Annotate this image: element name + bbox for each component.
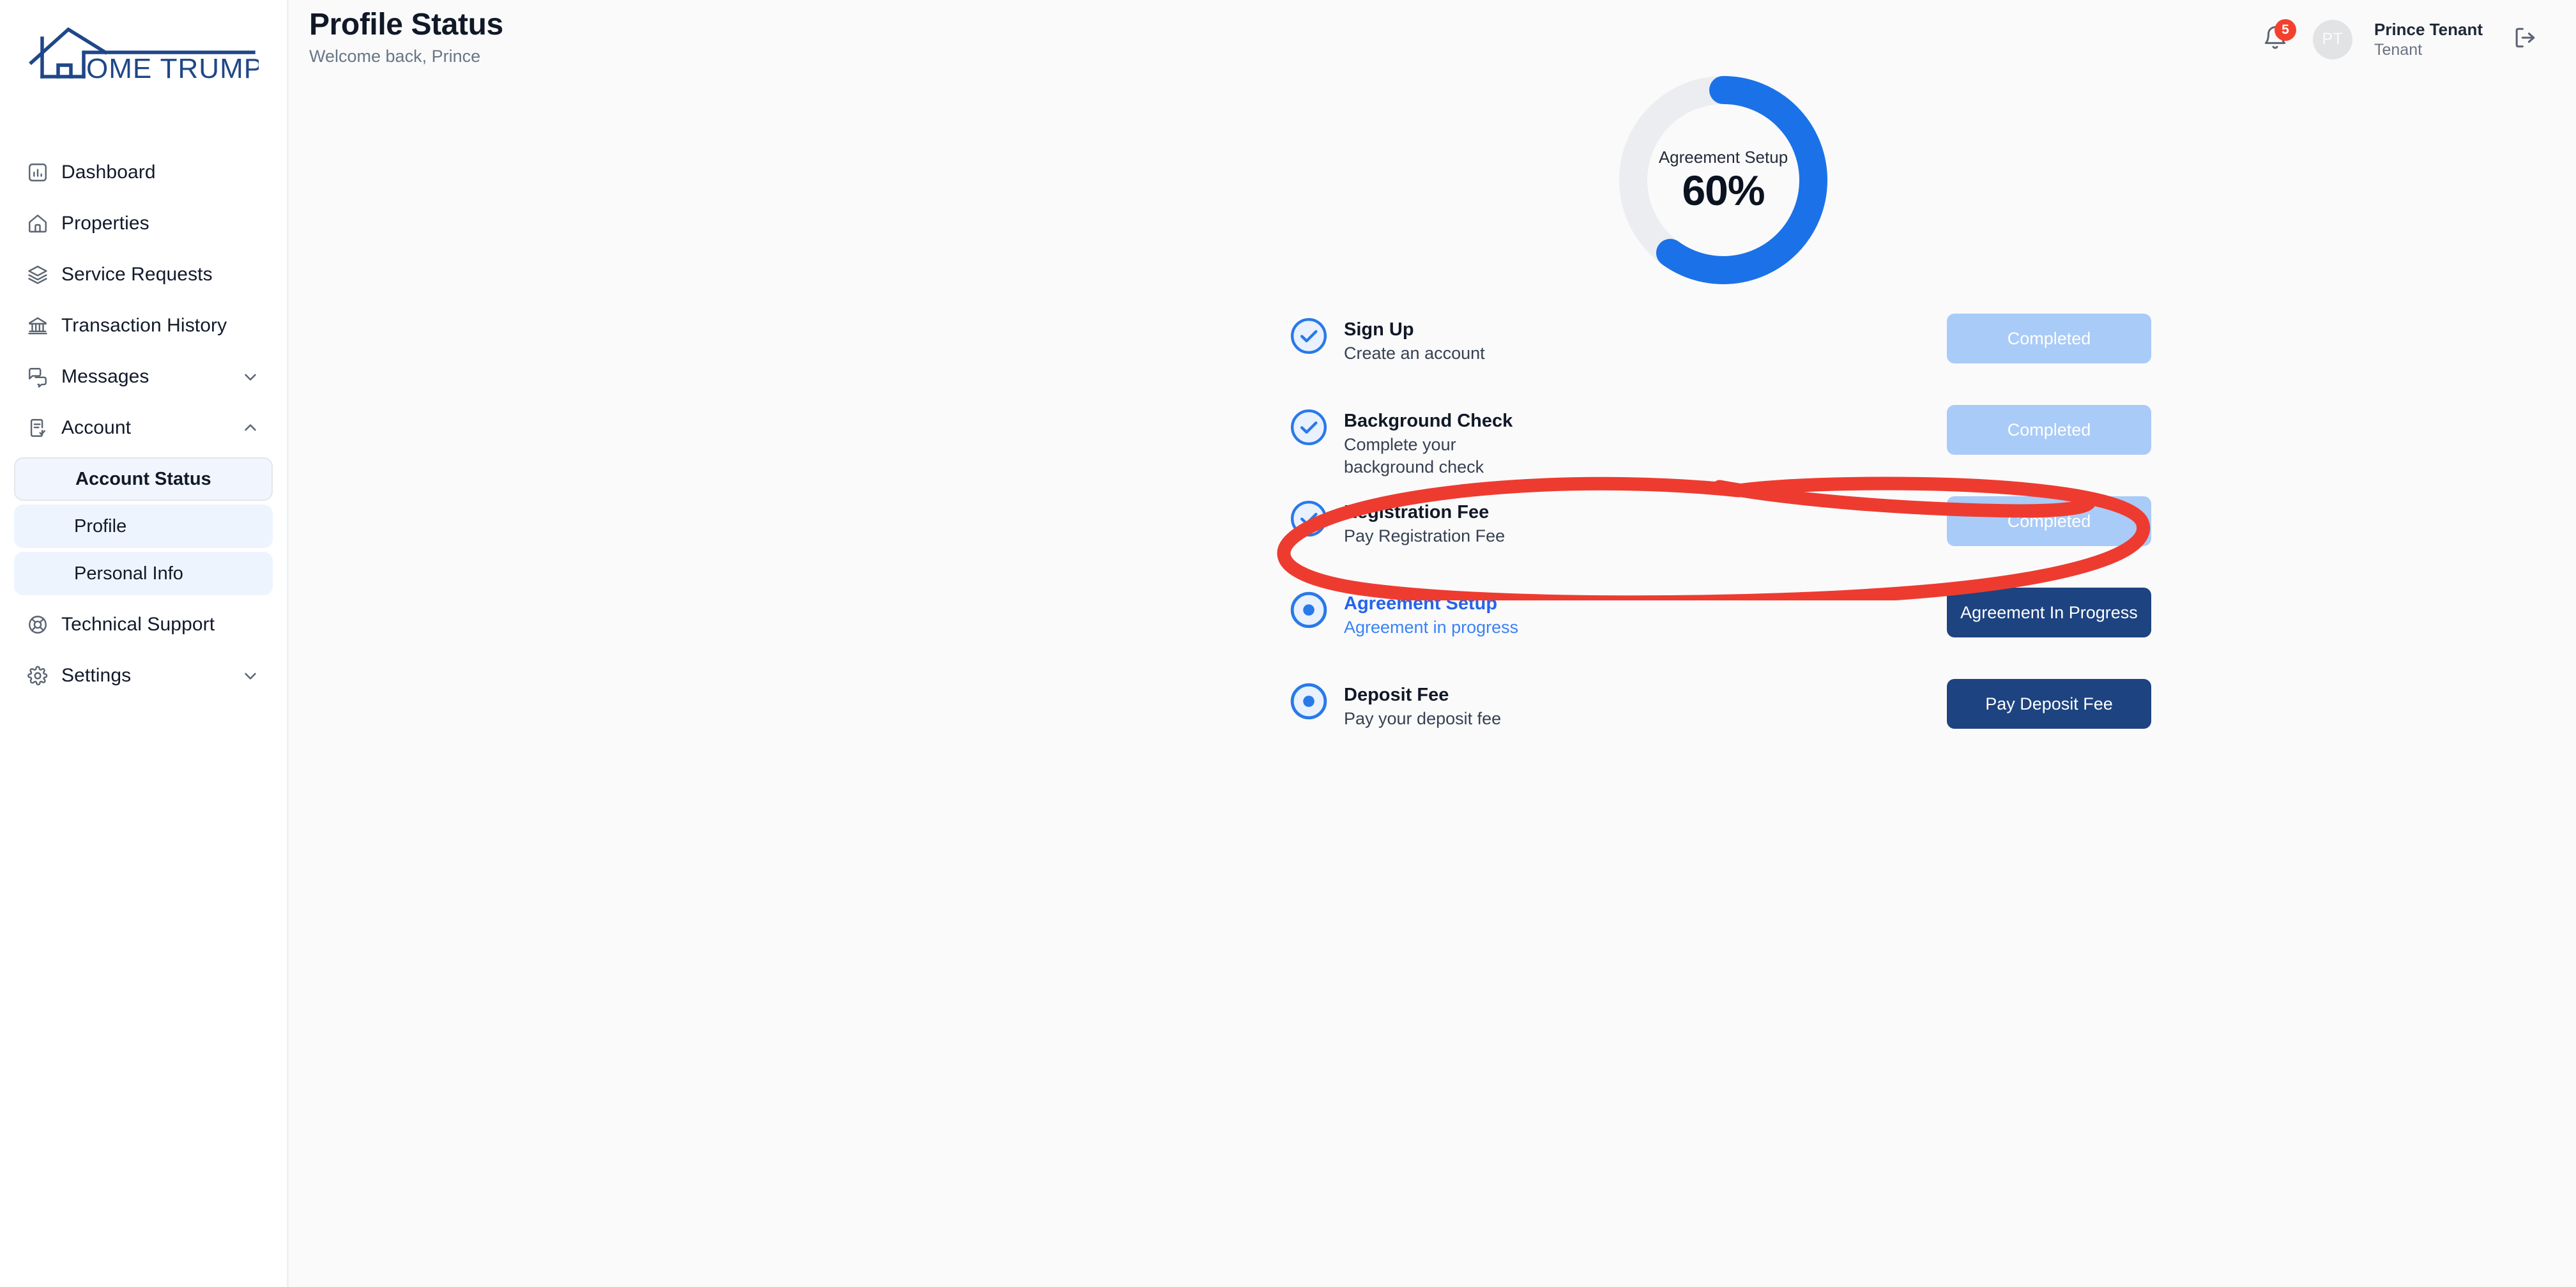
step-description: Agreement in progress [1344,618,1519,637]
home-icon [27,213,61,234]
notifications-button[interactable]: 5 [2262,19,2296,55]
chevron-down-icon[interactable] [241,367,260,386]
logout-button[interactable] [2511,24,2539,55]
progress-donut-center: Agreement Setup 60% [1612,69,1834,291]
step-row: Agreement Setup Agreement in progress Ag… [1289,585,2151,676]
onboarding-steps: Sign Up Create an account Completed Back… [1289,311,2151,768]
progress-donut: Agreement Setup 60% [1612,69,1834,291]
step-action-button[interactable]: Completed [1947,405,2151,455]
sidebar-item-personal-info[interactable]: Personal Info [14,552,273,595]
step-action: Pay Deposit Fee [1947,676,2151,729]
check-circle-icon [1289,316,1329,356]
sidebar-item-label: Service Requests [61,264,213,285]
step-description: Create an account [1344,344,1485,363]
bank-icon [27,315,61,337]
step-title: Deposit Fee [1344,685,1449,705]
chart-bar-icon [27,162,61,183]
step-action: Agreement In Progress [1947,585,2151,637]
progress-label: Agreement Setup [1658,147,1788,167]
sidebar-item-label: Account [61,417,132,438]
check-circle-icon [1289,499,1329,538]
step-action-button[interactable]: Completed [1947,496,2151,546]
step-row: Registration Fee Pay Registration Fee Co… [1289,494,2151,585]
sidebar-item-dashboard[interactable]: Dashboard [14,147,273,198]
sidebar-item-account-status[interactable]: Account Status [14,457,273,501]
step-texts: Deposit Fee Pay your deposit fee [1344,682,1501,730]
step-texts: Sign Up Create an account [1344,316,1485,365]
sidebar-item-properties[interactable]: Properties [14,198,273,249]
bell-icon [2262,26,2289,54]
sidebar-item-messages[interactable]: Messages [14,351,273,402]
step-action: Completed [1947,311,2151,363]
sidebar-item-label: Technical Support [61,614,215,635]
chevron-down-icon[interactable] [241,666,260,685]
user-name: Prince Tenant [2374,20,2483,39]
step-action-button[interactable]: Completed [1947,314,2151,363]
layers-icon [27,264,61,286]
sidebar-item-profile[interactable]: Profile [14,505,273,548]
avatar[interactable]: PT [2312,19,2352,59]
sidebar-subitem-label: Profile [74,515,127,537]
sidebar-item-label: Transaction History [61,315,227,336]
step-texts: Background Check Complete your backgroun… [1344,407,1536,478]
step-description: Pay your deposit fee [1344,709,1502,729]
step-texts: Agreement Setup Agreement in progress [1344,590,1518,639]
sidebar-subitem-label: Personal Info [74,563,183,584]
app-root: OME TRUMPETER Dashboard [0,0,2576,1287]
step-info: Sign Up Create an account [1289,311,1864,365]
step-action: Completed [1947,494,2151,546]
sidebar-item-account[interactable]: Account [14,402,273,453]
step-action-button[interactable]: Agreement In Progress [1947,588,2151,637]
check-circle-icon [1289,407,1329,447]
step-action-button[interactable]: Pay Deposit Fee [1947,679,2151,729]
svg-text:OME TRUMPETER: OME TRUMPETER [86,53,259,83]
step-row: Sign Up Create an account Completed [1289,311,2151,402]
step-title: Agreement Setup [1344,593,1498,614]
user-meta[interactable]: Prince Tenant Tenant [2374,19,2483,60]
sidebar-item-label: Dashboard [61,162,156,183]
step-row: Deposit Fee Pay your deposit fee Pay Dep… [1289,676,2151,768]
dot-circle-icon [1289,590,1329,630]
messages-icon [27,366,61,388]
sidebar-item-transaction-history[interactable]: Transaction History [14,300,273,351]
page-subtitle: Welcome back, Prince [309,46,481,66]
user-role: Tenant [2374,40,2423,59]
step-title: Sign Up [1344,319,1414,340]
step-info: Agreement Setup Agreement in progress [1289,585,1864,639]
step-title: Background Check [1344,411,1513,431]
sidebar-nav: Dashboard Properties Service Requests Tr… [0,147,287,701]
notification-badge: 5 [2274,19,2296,41]
step-texts: Registration Fee Pay Registration Fee [1344,499,1505,547]
sidebar-item-technical-support[interactable]: Technical Support [14,599,273,650]
dot-circle-icon [1289,682,1329,721]
step-info: Background Check Complete your backgroun… [1289,402,1864,478]
step-description: Complete your background check [1344,435,1484,477]
step-row: Background Check Complete your backgroun… [1289,402,2151,494]
clipboard-check-icon [27,417,61,439]
page-heading: Profile Status Welcome back, Prince [308,8,503,66]
page-title: Profile Status [309,8,503,42]
sidebar: OME TRUMPETER Dashboard [0,0,289,1287]
topbar: Profile Status Welcome back, Prince 5 PT… [289,0,2576,77]
sidebar-item-settings[interactable]: Settings [14,650,273,701]
sidebar-item-service-requests[interactable]: Service Requests [14,249,273,300]
gear-icon [27,665,61,687]
sidebar-item-label: Messages [61,366,149,387]
sidebar-item-label: Settings [61,665,132,686]
user-area: 5 PT Prince Tenant Tenant [2262,8,2539,60]
step-info: Deposit Fee Pay your deposit fee [1289,676,1864,730]
step-description: Pay Registration Fee [1344,526,1505,546]
lifebuoy-icon [27,614,61,636]
progress-value: 60% [1682,166,1765,214]
step-info: Registration Fee Pay Registration Fee [1289,494,1864,547]
sidebar-item-label: Properties [61,213,149,234]
brand-logo[interactable]: OME TRUMPETER [0,0,287,147]
chevron-up-icon[interactable] [241,418,260,438]
step-title: Registration Fee [1344,502,1490,522]
sidebar-subitem-label: Account Status [75,468,211,489]
step-action: Completed [1947,402,2151,455]
logout-icon [2511,24,2539,55]
main-content: Profile Status Welcome back, Prince 5 PT… [289,0,2576,1287]
